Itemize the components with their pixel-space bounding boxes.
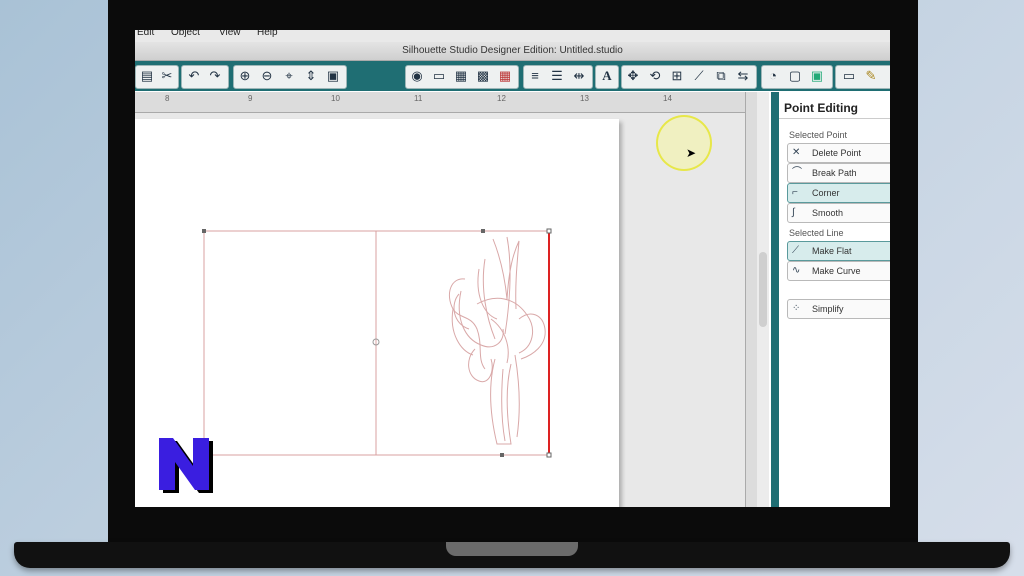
break-path-button[interactable]: ⌒ Break Path	[787, 163, 890, 183]
zoom-select-icon[interactable]: ⌖	[280, 67, 298, 85]
ruler-tick: 8	[165, 94, 170, 103]
point-handle	[481, 229, 485, 233]
cut-icon[interactable]: ✂	[158, 67, 176, 85]
simplify-button[interactable]: ⁘ Simplify	[787, 299, 890, 319]
rotate-icon[interactable]: ⟲	[646, 67, 664, 85]
zoom-in-icon[interactable]: ⊕	[236, 67, 254, 85]
vertical-scrollbar[interactable]	[757, 92, 769, 507]
horizontal-ruler: 8 9 10 11 12 13 14	[135, 92, 747, 113]
toolbar-group-text: A	[595, 65, 619, 89]
paste-icon[interactable]: ▤	[138, 67, 156, 85]
laptop-notch	[446, 542, 578, 556]
make-curve-button[interactable]: ∿ Make Curve	[787, 261, 890, 281]
move-icon[interactable]: ✥	[624, 67, 642, 85]
scrollbar-thumb[interactable]	[759, 252, 767, 327]
pattern-icon[interactable]: ▦	[452, 67, 470, 85]
point-handle	[546, 452, 552, 458]
make-flat-label: Make Flat	[812, 246, 852, 256]
smooth-label: Smooth	[812, 208, 844, 218]
page-fit-icon[interactable]: ▣	[324, 67, 342, 85]
knife-icon[interactable]: ⟋	[690, 67, 708, 85]
toolbar-group-fill: ◉ ▭ ▦ ▩ ▦	[405, 65, 519, 89]
page-settings-icon[interactable]: ▢	[786, 67, 804, 85]
toolbar-group-lines: ≡ ☰ ⇹	[523, 65, 593, 89]
break-path-label: Break Path	[812, 168, 857, 178]
selected-line-label: Selected Line	[789, 228, 844, 238]
delete-point-icon: ✕	[792, 147, 801, 158]
menu-view[interactable]: View	[219, 30, 241, 38]
break-path-icon: ⌒	[792, 167, 802, 178]
menu-edit[interactable]: Edit	[137, 30, 154, 38]
ruler-tick: 13	[580, 94, 589, 103]
toolbar: ▤ ✂ ↶ ↷ ⊕ ⊖ ⌖ ⇕ ▣ ◉ ▭ ▦ ▩ ▦ ≡ ☰ ⇹ A ✥ ⟲ …	[135, 61, 890, 91]
make-flat-icon: ⟋	[792, 245, 799, 256]
grid-icon[interactable]: ▦	[496, 67, 514, 85]
gradient-icon[interactable]: ▩	[474, 67, 492, 85]
pencil-icon[interactable]: ✎	[862, 67, 880, 85]
make-curve-icon: ∿	[792, 265, 801, 276]
point-handle	[546, 228, 552, 234]
zoom-fit-icon[interactable]: ⇕	[302, 67, 320, 85]
corner-icon: ⌐	[792, 187, 798, 198]
mirror-icon[interactable]: ⇆	[734, 67, 752, 85]
mouse-cursor-icon: ➤	[686, 146, 697, 160]
panel-divider	[771, 92, 779, 507]
toolbar-group-draw: ▭ ✎	[835, 65, 890, 89]
toolbar-group-settings: ◔ ▢ ▣	[761, 65, 833, 89]
scale-icon[interactable]: ⊞	[668, 67, 686, 85]
window-title: Silhouette Studio Designer Edition: Unti…	[135, 42, 890, 61]
toolbar-group-transform: ✥ ⟲ ⊞ ⟋ ⧉ ⇆	[621, 65, 757, 89]
panel-title: Point Editing	[784, 101, 858, 115]
line-style-icon[interactable]: ≡	[526, 67, 544, 85]
zoom-out-icon[interactable]: ⊖	[258, 67, 276, 85]
corner-label: Corner	[812, 188, 840, 198]
ruler-tick: 10	[331, 94, 340, 103]
smooth-button[interactable]: ∫ Smooth	[787, 203, 890, 223]
toolbar-group-history: ↶ ↷	[181, 65, 229, 89]
selected-point-label: Selected Point	[789, 130, 848, 140]
undo-icon[interactable]: ↶	[185, 67, 203, 85]
delete-point-label: Delete Point	[812, 148, 862, 158]
fill-icon[interactable]: ◉	[408, 67, 426, 85]
delete-point-button[interactable]: ✕ Delete Point	[787, 143, 890, 163]
toolbar-group-clipboard: ▤ ✂	[135, 65, 179, 89]
menu-bar: Edit Object View Help	[135, 30, 890, 42]
channel-logo	[159, 438, 213, 493]
corner-button[interactable]: ⌐ Corner	[787, 183, 890, 203]
line-weight-icon[interactable]: ☰	[548, 67, 566, 85]
logo-n-shape	[159, 438, 209, 490]
smooth-icon: ∫	[792, 207, 795, 218]
iris-outline	[449, 236, 546, 445]
simplify-icon: ⁘	[792, 303, 801, 314]
cut-settings-icon[interactable]: ◔	[764, 67, 782, 85]
corner-handle	[202, 229, 206, 233]
ruler-tick: 12	[497, 94, 506, 103]
point-handle	[500, 453, 504, 457]
make-curve-label: Make Curve	[812, 266, 861, 276]
menu-object[interactable]: Object	[171, 30, 200, 38]
simplify-label: Simplify	[812, 304, 844, 314]
ruler-tick: 14	[663, 94, 672, 103]
ruler-tick: 11	[414, 94, 423, 103]
line-cut-icon[interactable]: ⇹	[570, 67, 588, 85]
menu-help[interactable]: Help	[257, 30, 278, 38]
divider	[779, 118, 890, 119]
registration-icon[interactable]: ▣	[808, 67, 826, 85]
make-flat-button[interactable]: ⟋ Make Flat	[787, 241, 890, 261]
click-highlight	[656, 115, 712, 171]
replicate-icon[interactable]: ⧉	[712, 67, 730, 85]
text-icon[interactable]: A	[598, 67, 616, 85]
color-icon[interactable]: ▭	[430, 67, 448, 85]
ruler-tick: 9	[248, 94, 253, 103]
point-editing-panel: Point Editing Selected Point ✕ Delete Po…	[779, 92, 890, 507]
design-canvas[interactable]	[135, 113, 745, 507]
toolbar-group-zoom: ⊕ ⊖ ⌖ ⇕ ▣	[233, 65, 347, 89]
draw-rect-icon[interactable]: ▭	[840, 67, 858, 85]
redo-icon[interactable]: ↷	[206, 67, 224, 85]
app-screen: Edit Object View Help Silhouette Studio …	[135, 30, 890, 507]
